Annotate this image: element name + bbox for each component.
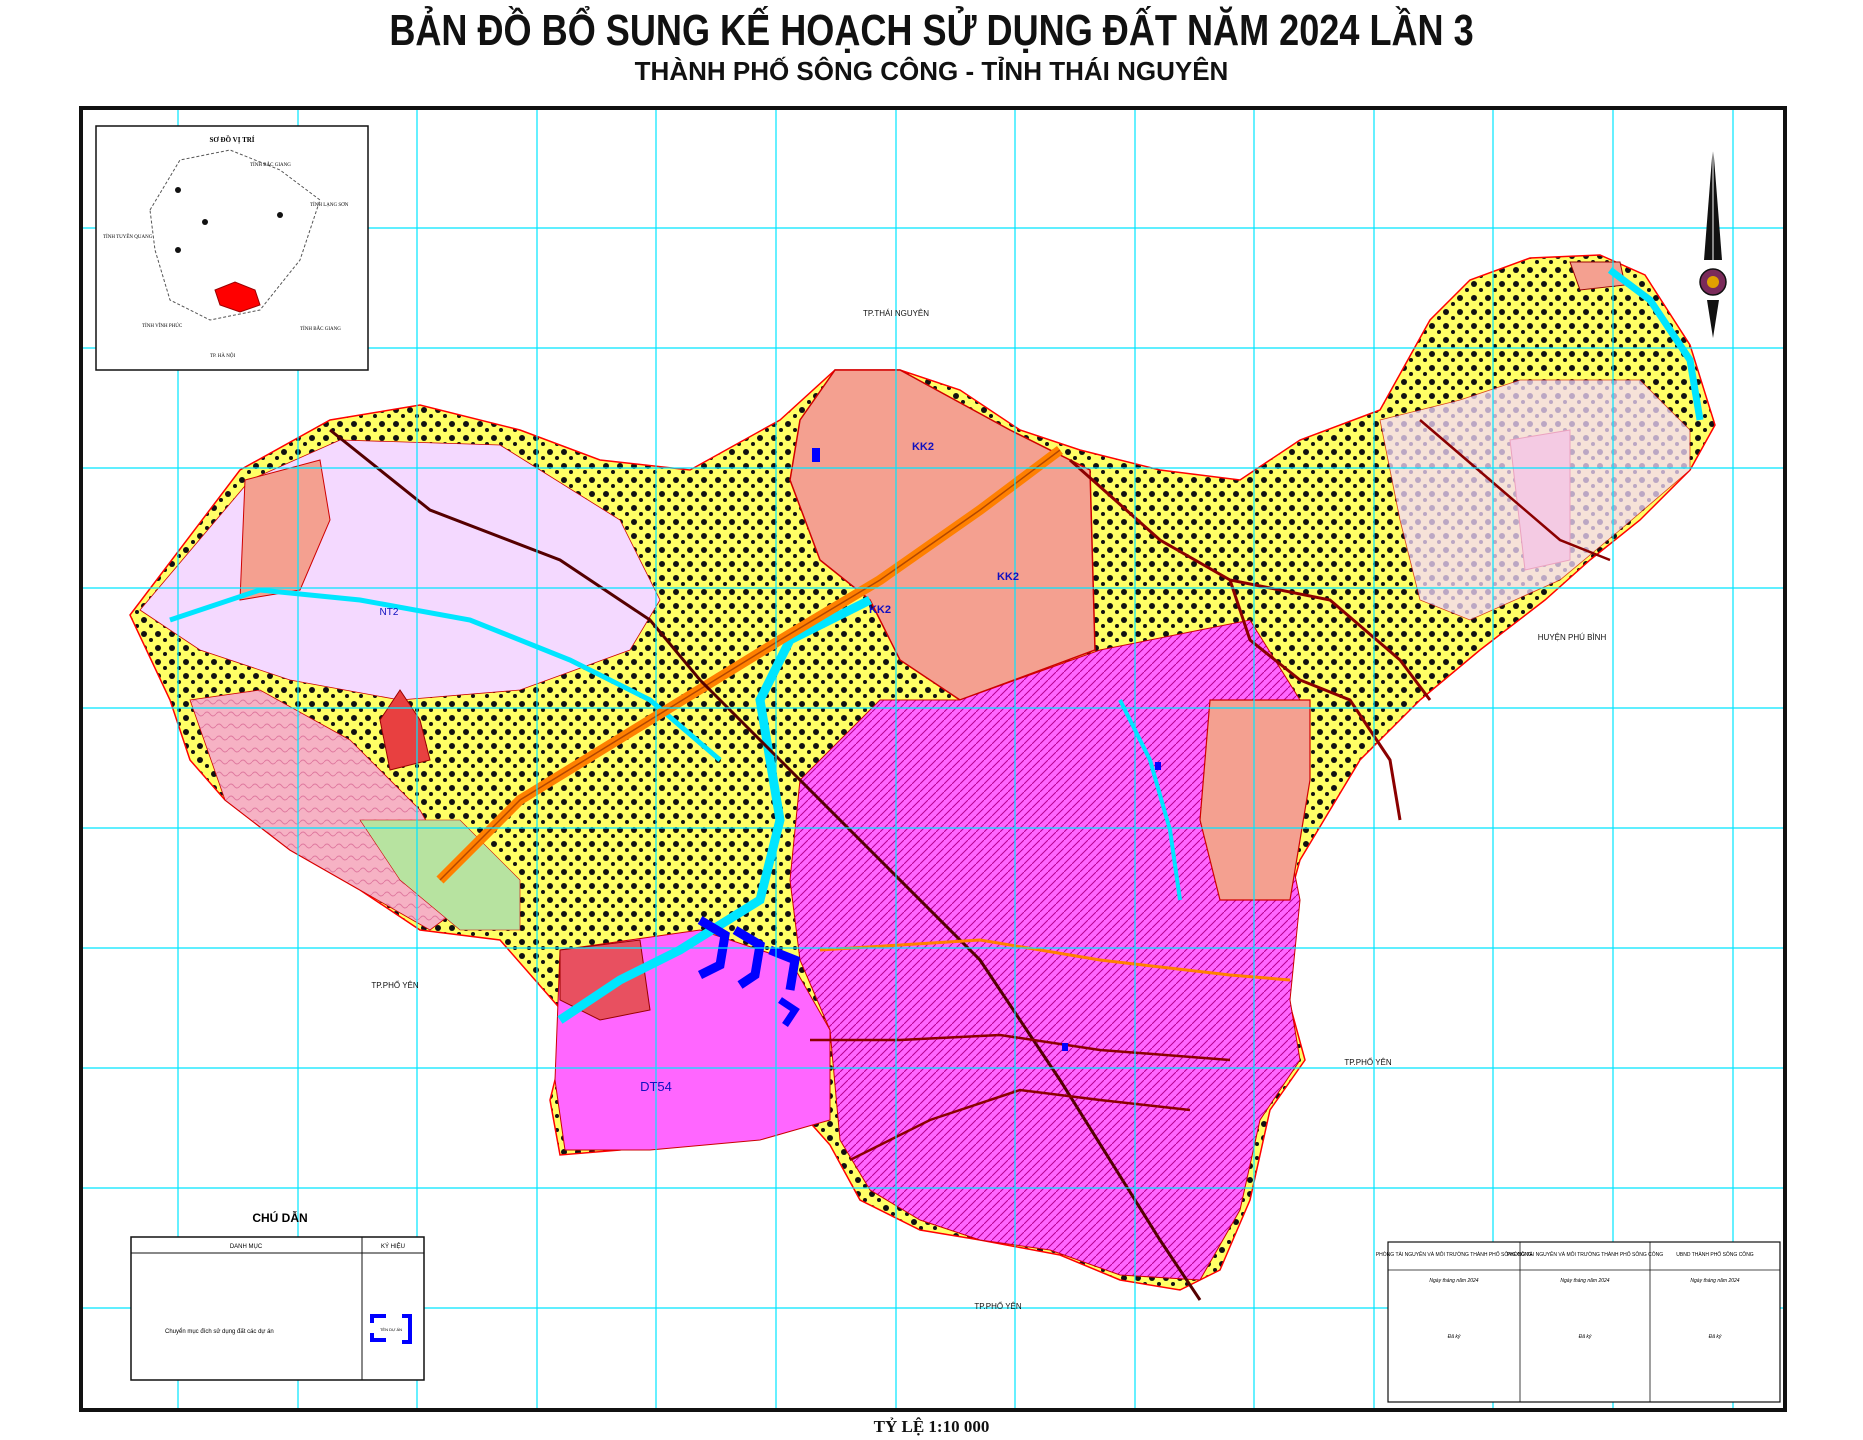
north-arrow-icon	[1699, 145, 1727, 338]
signature-date-1: Ngày tháng năm 2024	[1429, 1278, 1478, 1284]
industrial-zone-east	[1199, 699, 1311, 901]
signature-date-2: Ngày tháng năm 2024	[1560, 1278, 1609, 1284]
zone-label-kk2-center: KK2	[997, 571, 1019, 583]
signature-block: PHÒNG TÀI NGUYÊN VÀ MÔI TRƯỜNG THÀNH PHỐ…	[1376, 1241, 1781, 1403]
inset-label-5: TP. HÀ NỘI	[210, 353, 235, 359]
legend-col-symbol: KÝ HIỆU	[381, 1242, 405, 1250]
inset-label-4: TỈNH VĨNH PHÚC	[142, 323, 183, 329]
legend-symbol-text: TÊN DỰ ÁN	[380, 1327, 402, 1332]
inset-label-6: TỈNH BẮC GIANG	[300, 325, 341, 332]
inset-label-2: TỈNH LẠNG SƠN	[310, 202, 349, 208]
label-west: TP.PHỔ YÊN	[371, 981, 419, 990]
map-canvas[interactable]: SƠ ĐỒ VỊ TRÍ TỈNH BẮC GIANG TỈNH LẠNG SƠ…	[0, 0, 1863, 1440]
legend: CHÚ DẪN DANH MỤC KÝ HIỆU Chuyển mục đích…	[130, 1210, 425, 1381]
inset-label-3: TỈNH TUYÊN QUANG	[103, 234, 153, 240]
legend-item-text: Chuyển mục đích sử dụng đất các dự án	[165, 1328, 274, 1335]
signature-sign-1: Đã ký	[1448, 1334, 1461, 1340]
label-south: TP.PHỔ YÊN	[974, 1302, 1022, 1311]
zone-label-kk2-left: KK2	[869, 604, 891, 616]
legend-col-category: DANH MỤC	[230, 1244, 263, 1250]
legend-title: CHÚ DẪN	[252, 1210, 307, 1225]
inset-label-1: TỈNH BẮC GIANG	[250, 161, 291, 168]
zone-label-nt2: NT2	[380, 607, 399, 618]
inset-location-map[interactable]: SƠ ĐỒ VỊ TRÍ TỈNH BẮC GIANG TỈNH LẠNG SƠ…	[95, 125, 369, 371]
label-north: TP.THÁI NGUYÊN	[863, 309, 929, 318]
map-body	[129, 254, 1716, 1301]
inset-title: SƠ ĐỒ VỊ TRÍ	[209, 136, 254, 144]
zone-label-dt54: DT54	[640, 1079, 672, 1094]
signature-date-3: Ngày tháng năm 2024	[1690, 1278, 1739, 1284]
signature-sign-3: Đã ký	[1709, 1334, 1722, 1340]
signature-org-2: PHÒNG TÀI NGUYÊN VÀ MÔI TRƯỜNG THÀNH PHỐ…	[1507, 1250, 1663, 1258]
zone-label-kk2-top: KK2	[912, 441, 934, 453]
map-scale: TỶ LỆ 1:10 000	[873, 1417, 990, 1436]
label-southeast: TP.PHỔ YÊN	[1344, 1058, 1392, 1067]
signature-sign-2: Đã ký	[1579, 1334, 1592, 1340]
signature-org-3: UBND THÀNH PHỐ SÔNG CÔNG	[1676, 1251, 1754, 1258]
residential-zone-northeast	[1379, 379, 1691, 621]
label-east: HUYỆN PHÚ BÌNH	[1538, 633, 1607, 642]
